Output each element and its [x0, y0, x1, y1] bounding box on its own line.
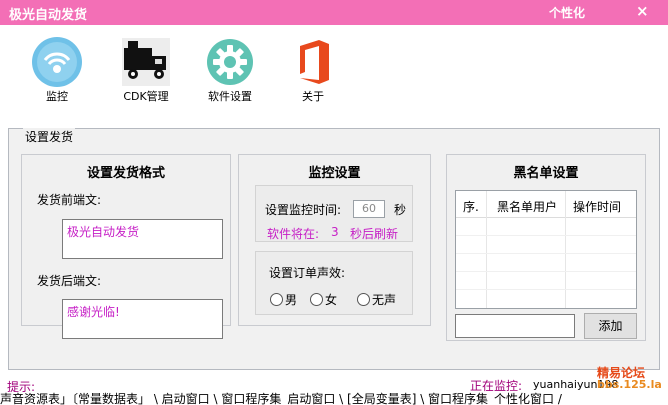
format-panel-title: 设置发货格式: [86, 166, 165, 181]
sound-silent-radio[interactable]: [357, 293, 370, 306]
ide-tab-strip: 声音资源表」〔常量数据表」 \ 启动窗口 \ 窗口程序集_启动窗口 \ [全局变…: [0, 392, 562, 405]
sound-male-radio[interactable]: [270, 293, 283, 306]
row-gridline: [456, 289, 636, 290]
monitor-panel-title: 监控设置: [308, 166, 361, 181]
toolbar-about-label: 关于: [302, 90, 324, 103]
refresh-countdown: 3: [331, 225, 339, 239]
prefix-textarea[interactable]: 极光自动发货: [62, 219, 223, 259]
gear-icon: [204, 36, 256, 88]
sound-female-radio[interactable]: [310, 293, 323, 306]
sound-label: 设置订单声效:: [269, 266, 346, 280]
format-panel: 设置发货格式 发货前端文: 极光自动发货 发货后端文: 感谢光临!: [21, 154, 231, 339]
toolbar-about-button[interactable]: 关于: [277, 36, 349, 106]
refresh-suffix: 秒后刷新: [350, 227, 399, 241]
prefix-label: 发货前端文:: [37, 193, 102, 207]
add-blacklist-button[interactable]: 添加: [584, 313, 637, 339]
col-time[interactable]: 操作时间: [573, 198, 621, 215]
wifi-signal-icon: [31, 36, 83, 88]
sound-male-label: 男: [285, 293, 298, 307]
office-logo-icon: [287, 36, 339, 88]
sound-female-label: 女: [325, 293, 338, 307]
row-gridline: [456, 235, 636, 236]
col-user[interactable]: 黑名单用户: [497, 198, 557, 215]
blacklist-table[interactable]: 序. 黑名单用户 操作时间: [455, 190, 637, 309]
close-button[interactable]: ×: [636, 2, 649, 20]
title-bar: 极光自动发货 个性化 ×: [0, 0, 668, 25]
personalize-button[interactable]: 个性化: [549, 4, 585, 21]
suffix-textarea[interactable]: 感谢光临!: [62, 299, 223, 339]
blacklist-panel: 黑名单设置 序. 黑名单用户 操作时间 添加: [446, 154, 646, 341]
interval-input[interactable]: 60: [353, 200, 385, 218]
toolbar-settings-label: 软件设置: [208, 90, 252, 103]
window-title: 极光自动发货: [9, 8, 88, 23]
toolbar-cdk-button[interactable]: CDK管理: [110, 36, 182, 106]
column-separator: [486, 191, 487, 308]
blacklist-table-header: 序. 黑名单用户 操作时间: [456, 191, 636, 218]
monitor-panel: 监控设置 设置监控时间: 60 秒 软件将在: 3 秒后刷新 设置订单声效: 男…: [238, 154, 431, 326]
suffix-label: 发货后端文:: [37, 274, 102, 288]
shipping-group-legend: 设置发货: [23, 128, 76, 145]
blacklist-user-input[interactable]: [455, 314, 575, 338]
sound-silent-label: 无声: [372, 293, 397, 307]
interval-label: 设置监控时间:: [265, 203, 342, 217]
row-gridline: [456, 253, 636, 254]
toolbar-monitor-button[interactable]: 监控: [21, 36, 93, 106]
shipping-settings-group: 设置发货 设置发货格式 发货前端文: 极光自动发货 发货后端文: 感谢光临! 监…: [8, 128, 660, 370]
sound-box: 设置订单声效: 男 女 无声: [255, 251, 413, 315]
column-separator: [565, 191, 566, 308]
col-index[interactable]: 序.: [463, 198, 479, 215]
refresh-prefix: 软件将在:: [267, 227, 320, 241]
toolbar-settings-button[interactable]: 软件设置: [194, 36, 266, 106]
interval-box: 设置监控时间: 60 秒 软件将在: 3 秒后刷新: [255, 185, 413, 242]
delivery-truck-icon: [120, 36, 172, 88]
blacklist-panel-title: 黑名单设置: [513, 166, 579, 181]
row-gridline: [456, 271, 636, 272]
toolbar-monitor-label: 监控: [46, 90, 68, 103]
interval-unit: 秒: [394, 203, 407, 217]
toolbar-cdk-label: CDK管理: [123, 90, 169, 103]
